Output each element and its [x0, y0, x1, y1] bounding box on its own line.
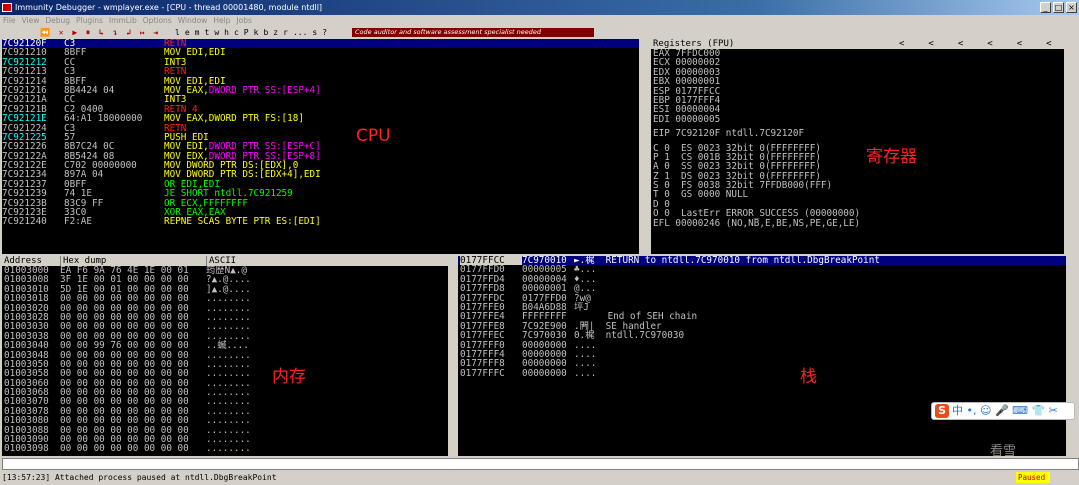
cpu-row[interactable]: 7C921212 CC INT3: [2, 56, 639, 68]
stack-comment: ....: [574, 367, 597, 379]
register-line[interactable]: EDI 00000005: [651, 114, 1064, 124]
registers-header: Registers (FPU) < < < < < <: [651, 39, 1064, 49]
menu-file[interactable]: File: [3, 16, 16, 25]
registers-title: Registers (FPU): [653, 39, 735, 49]
stack-scrollbar[interactable]: [1067, 256, 1077, 456]
cpu-row[interactable]: 7C921234 897A 04 MOV DWORD PTR DS:[EDX+4],…: [2, 170, 639, 180]
dump-row[interactable]: 01003098 00 00 00 00 00 00 00 00........: [2, 443, 448, 455]
cpu-disassembly-pane[interactable]: 7C92120F C3 RETN 7C921210 8BFF MOV EDI,EDI 7C9…: [2, 39, 639, 254]
ime-status-icons[interactable]: 中 •, ☺ 🎤 ⌨ 👕 ✂: [952, 404, 1058, 417]
watermark: 看雪: [990, 444, 1017, 459]
dump-col-ascii[interactable]: ASCII: [206, 256, 236, 266]
menu-options[interactable]: Options: [143, 16, 172, 25]
ime-toolbar[interactable]: S中 •, ☺ 🎤 ⌨ 👕 ✂: [931, 402, 1075, 420]
cpu-hex: C3: [64, 122, 76, 134]
toolbar-window-6[interactable]: c: [234, 27, 239, 38]
window-title: Immunity Debugger - wmplayer.exe - [CPU …: [15, 3, 323, 12]
cpu-row[interactable]: 7C92123B 83C9 FF OR ECX,FFFFFFFF: [2, 198, 639, 208]
ad-banner[interactable]: Code auditor and software assessment spe…: [352, 28, 594, 37]
menu-jobs[interactable]: Jobs: [236, 16, 251, 25]
menu-view[interactable]: View: [22, 16, 40, 25]
minimize-button[interactable]: _: [1040, 2, 1051, 13]
toolbar-window-12[interactable]: ...: [293, 27, 307, 38]
dump-col-address[interactable]: Address: [4, 256, 42, 266]
title-bar: Immunity Debugger - wmplayer.exe - [CPU …: [0, 0, 1079, 15]
registers-scrollbar[interactable]: [1065, 39, 1077, 254]
cpu-row[interactable]: 7C921210 8BFF MOV EDI,EDI: [2, 47, 639, 59]
status-bar: [13:57:23] Attached process paused at nt…: [0, 471, 1079, 484]
registers-nav-arrow-icon[interactable]: <: [1017, 39, 1022, 49]
stack-address: 0177FFFC: [460, 367, 505, 379]
menu-debug[interactable]: Debug: [45, 16, 70, 25]
toolbar-debug-icons[interactable]: ⏪ ✕ ▶ ⏸ ↳ ↴ ↲ ↦ ⇥: [40, 27, 160, 38]
status-message: [13:57:23] Attached process paused at nt…: [2, 473, 277, 482]
toolbar-window-8[interactable]: k: [254, 27, 259, 38]
toolbar-window-1[interactable]: e: [185, 27, 190, 38]
dump-scrollbar[interactable]: [448, 256, 457, 456]
menu-plugins[interactable]: Plugins: [76, 16, 103, 25]
cpu-row[interactable]: 7C921240 F2:AE REPNE SCAS BYTE PTR ES:[EDI…: [2, 216, 639, 228]
memory-annotation: 内存: [272, 367, 306, 387]
command-input[interactable]: [2, 458, 1079, 470]
registers-nav-arrow-icon[interactable]: <: [1046, 39, 1051, 49]
toolbar-window-9[interactable]: b: [263, 27, 268, 38]
sogou-logo-icon: S: [935, 404, 949, 418]
menu-bar: File View Debug Plugins ImmLib Options Window H…: [0, 15, 1079, 27]
register-line[interactable]: EFL 00000246 (NO,NB,E,BE,NS,PE,GE,LE): [651, 218, 1064, 228]
cpu-row[interactable]: 7C921224 C3 RETN: [2, 122, 639, 134]
cpu-hex: 64:A1 18000000: [64, 113, 143, 125]
cpu-row[interactable]: 7C921216 8B4424 04 MOV EAX,DWORD PTR SS:[E…: [2, 84, 639, 96]
cpu-row[interactable]: 7C92120F C3 RETN: [2, 39, 639, 48]
cpu-hex: 8BFF: [64, 47, 87, 59]
dump-address: 01003098: [4, 443, 49, 455]
cpu-row[interactable]: 7C921237 0BFF OR EDI,EDI: [2, 179, 639, 189]
registers-pane[interactable]: Registers (FPU) < < < < < < EAX 7FFDC000 ECX 0…: [651, 39, 1064, 254]
dump-col-hex[interactable]: Hex dump: [60, 256, 106, 266]
cpu-hex: 8B4424 04: [64, 84, 115, 96]
registers-nav-arrow-icon[interactable]: <: [928, 39, 933, 49]
toolbar-window-buttons: l e m t w h c Pk b z r... s?: [175, 27, 332, 38]
stack-value: 00000000: [522, 367, 567, 379]
cpu-scrollbar[interactable]: [640, 39, 650, 254]
registers-annotation: 寄存器: [866, 147, 917, 167]
stack-row[interactable]: 0177FFFC 00000000....: [458, 367, 1066, 379]
cpu-address: 7C921240: [2, 216, 47, 228]
registers-nav-arrow-icon[interactable]: <: [958, 39, 963, 49]
toolbar-window-11[interactable]: r: [283, 27, 288, 38]
stack-pane[interactable]: 0177FFCC 7C970010 ►.梶 RETURN to ntdll.7C97…: [458, 256, 1066, 456]
cpu-hex: CC: [64, 56, 76, 68]
register-line[interactable]: T 0 GS 0000 NULL: [651, 190, 1064, 200]
cpu-row[interactable]: 7C92121E 64:A1 18000000 MOV EAX,DWORD PTR …: [2, 113, 639, 125]
toolbar-window-2[interactable]: m: [195, 27, 200, 38]
toolbar-window-0[interactable]: l: [175, 27, 180, 38]
cpu-annotation: CPU: [356, 126, 391, 146]
cpu-asm-operand: DWORD PTR SS:[ESP+4]: [208, 84, 321, 96]
dump-ascii: ........: [206, 443, 251, 455]
toolbar-window-7[interactable]: P: [244, 27, 249, 38]
menu-window[interactable]: Window: [178, 16, 208, 25]
paused-state-badge: Paused: [1016, 472, 1050, 483]
toolbar-window-14[interactable]: ?: [322, 27, 327, 38]
stack-comment: ►.梶 RETURN to ntdll.7C970010 from ntdll.…: [574, 256, 880, 266]
toolbar-window-13[interactable]: s: [312, 27, 317, 38]
dump-hex: 00 00 00 00 00 00 00 00: [60, 443, 189, 455]
dump-header: Address Hex dump ASCII: [2, 256, 448, 266]
app-icon: [2, 3, 12, 12]
toolbar-window-5[interactable]: h: [224, 27, 229, 38]
stack-annotation: 栈: [800, 367, 817, 387]
cpu-row[interactable]: 7C921213 C3 RETN: [2, 67, 639, 77]
register-line[interactable]: EIP 7C92120F ntdll.7C92120F: [651, 129, 1064, 139]
menu-immlib[interactable]: ImmLib: [109, 16, 137, 25]
memory-dump-pane[interactable]: Address Hex dump ASCII 01003000 EA F6 9A …: [2, 256, 448, 456]
menu-help[interactable]: Help: [213, 16, 230, 25]
toolbar-window-3[interactable]: t: [204, 27, 209, 38]
registers-nav-arrow-icon[interactable]: <: [899, 39, 904, 49]
cpu-asm: REPNE SCAS BYTE PTR ES:[EDI]: [164, 216, 321, 228]
toolbar-window-4[interactable]: w: [214, 27, 219, 38]
close-button[interactable]: ×: [1066, 2, 1077, 13]
toolbar-window-10[interactable]: z: [273, 27, 278, 38]
maximize-button[interactable]: □: [1053, 2, 1064, 13]
cpu-hex: F2:AE: [64, 216, 92, 228]
registers-nav-arrow-icon[interactable]: <: [987, 39, 992, 49]
